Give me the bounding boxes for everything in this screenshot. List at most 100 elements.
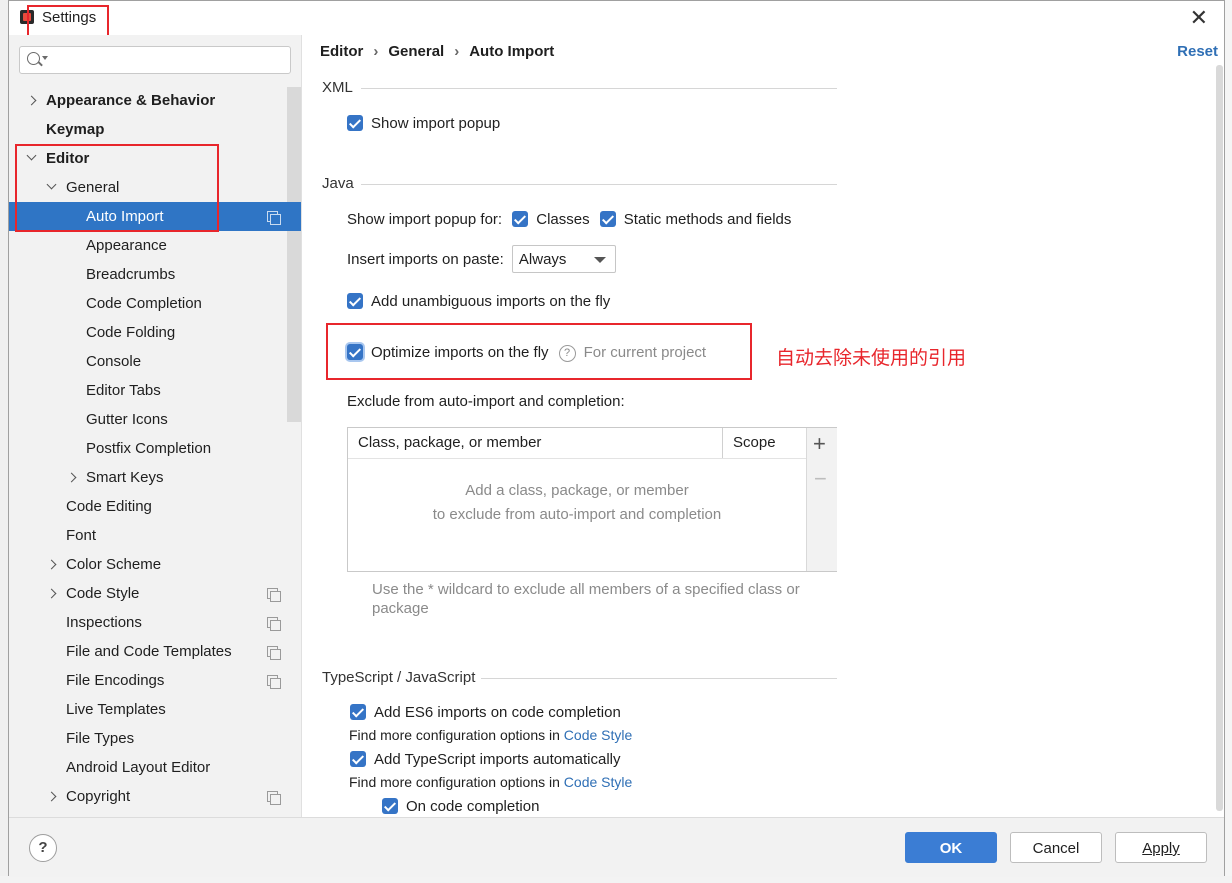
- empty-text-line2: to exclude from auto-import and completi…: [432, 506, 722, 523]
- settings-dialog: Settings ✕ Appearance & Behavior Keymap …: [8, 0, 1225, 877]
- apply-button[interactable]: Apply: [1115, 832, 1207, 863]
- more-config-row: Find more configuration options in Code …: [349, 727, 633, 743]
- chevron-right-icon[interactable]: [45, 579, 59, 608]
- settings-tree-panel: Appearance & Behavior Keymap Editor Gene…: [9, 35, 302, 817]
- tree-item-file-code-templates[interactable]: File and Code Templates: [9, 637, 301, 666]
- column-header-class[interactable]: Class, package, or member: [358, 428, 541, 458]
- dialog-title: Settings: [42, 9, 97, 26]
- code-style-link[interactable]: Code Style: [564, 727, 632, 743]
- column-divider: [722, 428, 723, 458]
- header-divider: [348, 458, 806, 459]
- content-scrollbar[interactable]: [1216, 65, 1223, 811]
- tree-item-gutter-icons[interactable]: Gutter Icons: [9, 405, 301, 434]
- ts-imports-checkbox[interactable]: Add TypeScript imports automatically: [350, 751, 621, 768]
- tree-item-postfix-completion[interactable]: Postfix Completion: [9, 434, 301, 463]
- section-divider: [361, 88, 837, 89]
- checkbox-checked-icon[interactable]: [512, 211, 529, 227]
- breadcrumb: Editor › General › Auto Import: [320, 43, 554, 60]
- tree-item-code-completion[interactable]: Code Completion: [9, 289, 301, 318]
- section-divider: [481, 678, 837, 679]
- checkbox-checked-icon[interactable]: [347, 293, 363, 309]
- tree-item-general[interactable]: General: [9, 173, 301, 202]
- chevron-down-icon[interactable]: [25, 144, 39, 173]
- tree-item-file-types[interactable]: File Types: [9, 724, 301, 753]
- section-title-java: Java: [322, 175, 354, 192]
- breadcrumb-current: Auto Import: [469, 43, 555, 60]
- search-history-chevron-icon[interactable]: [42, 56, 48, 60]
- chevron-right-icon[interactable]: [25, 86, 39, 115]
- tree-item-breadcrumbs[interactable]: Breadcrumbs: [9, 260, 301, 289]
- static-methods-checkbox[interactable]: Static methods and fields: [599, 211, 791, 228]
- empty-text-line1: Add a class, package, or member: [465, 482, 689, 499]
- checkbox-checked-icon[interactable]: [347, 344, 363, 360]
- checkbox-checked-icon[interactable]: [350, 704, 366, 720]
- popup-for-label: Show import popup for:: [347, 211, 503, 228]
- project-settings-icon: [267, 588, 281, 602]
- optimize-imports-checkbox[interactable]: Optimize imports on the fly? For current …: [347, 344, 706, 362]
- breadcrumb-separator: ›: [373, 43, 379, 60]
- insert-on-paste-label: Insert imports on paste:: [347, 250, 504, 268]
- help-button[interactable]: ?: [29, 834, 57, 862]
- annotation-text: 自动去除未使用的引用: [776, 347, 967, 369]
- exclude-title: Exclude from auto-import and completion:: [347, 393, 625, 410]
- chevron-right-icon[interactable]: [65, 463, 79, 492]
- es6-imports-checkbox[interactable]: Add ES6 imports on code completion: [350, 704, 621, 721]
- title-bar: Settings ✕: [9, 1, 1224, 35]
- add-icon[interactable]: +: [813, 431, 826, 457]
- project-settings-icon: [267, 211, 281, 225]
- column-header-scope[interactable]: Scope: [733, 428, 776, 458]
- tree-item-auto-import[interactable]: Auto Import: [9, 202, 301, 231]
- search-icon: [27, 52, 40, 65]
- breadcrumb-separator: ›: [454, 43, 460, 60]
- insert-on-paste-select[interactable]: Always: [511, 245, 616, 273]
- section-title-xml: XML: [322, 79, 353, 96]
- tree-item-editor-tabs[interactable]: Editor Tabs: [9, 376, 301, 405]
- tree-item-color-scheme[interactable]: Color Scheme: [9, 550, 301, 579]
- checkbox-checked-icon[interactable]: [347, 115, 363, 131]
- reset-link[interactable]: Reset: [1177, 43, 1218, 60]
- help-icon[interactable]: ?: [558, 345, 576, 362]
- tree-item-inspections[interactable]: Inspections: [9, 608, 301, 637]
- tree-item-appearance-behavior[interactable]: Appearance & Behavior: [9, 86, 301, 115]
- project-settings-icon: [267, 617, 281, 631]
- tree-item-font[interactable]: Font: [9, 521, 301, 550]
- tree-item-keymap[interactable]: Keymap: [9, 115, 301, 144]
- cancel-button[interactable]: Cancel: [1010, 832, 1102, 863]
- checkbox-checked-icon[interactable]: [350, 751, 366, 767]
- checkbox-checked-icon[interactable]: [599, 211, 616, 227]
- code-style-link[interactable]: Code Style: [564, 774, 632, 790]
- ok-button[interactable]: OK: [905, 832, 997, 863]
- app-icon: [20, 10, 34, 24]
- checkbox-checked-icon[interactable]: [382, 798, 398, 814]
- close-icon[interactable]: ✕: [1190, 5, 1208, 31]
- breadcrumb-general[interactable]: General: [388, 43, 444, 60]
- add-unambiguous-checkbox[interactable]: Add unambiguous imports on the fly: [347, 293, 610, 310]
- tree-item-live-templates[interactable]: Live Templates: [9, 695, 301, 724]
- search-input[interactable]: [19, 46, 291, 74]
- show-import-popup-checkbox[interactable]: Show import popup: [347, 115, 500, 132]
- chevron-down-icon[interactable]: [45, 173, 59, 202]
- tree-item-code-editing[interactable]: Code Editing: [9, 492, 301, 521]
- chevron-right-icon[interactable]: [45, 550, 59, 579]
- button-bar: ? OK Cancel Apply: [9, 817, 1224, 877]
- tree-item-smart-keys[interactable]: Smart Keys: [9, 463, 301, 492]
- tree-item-file-encodings[interactable]: File Encodings: [9, 666, 301, 695]
- tree-item-copyright[interactable]: Copyright: [9, 782, 301, 811]
- tree-item-code-style[interactable]: Code Style: [9, 579, 301, 608]
- tree-item-code-folding[interactable]: Code Folding: [9, 318, 301, 347]
- project-settings-icon: [267, 646, 281, 660]
- classes-checkbox[interactable]: Classes: [512, 211, 590, 228]
- section-title-typescript: TypeScript / JavaScript: [322, 669, 476, 686]
- table-toolbar: + −: [806, 428, 837, 571]
- tree-item-editor[interactable]: Editor: [9, 144, 301, 173]
- wildcard-hint-line1: Use the * wildcard to exclude all member…: [372, 581, 800, 598]
- chevron-right-icon[interactable]: [45, 782, 59, 811]
- tree-item-android-layout-editor[interactable]: Android Layout Editor: [9, 753, 301, 782]
- tree-item-appearance[interactable]: Appearance: [9, 231, 301, 260]
- wildcard-hint-line2: package: [372, 600, 429, 617]
- breadcrumb-editor[interactable]: Editor: [320, 43, 363, 60]
- tree-item-console[interactable]: Console: [9, 347, 301, 376]
- on-code-completion-checkbox[interactable]: On code completion: [382, 798, 539, 815]
- project-settings-icon: [267, 675, 281, 689]
- popup-for-row: Show import popup for: Classes Static me…: [347, 211, 791, 228]
